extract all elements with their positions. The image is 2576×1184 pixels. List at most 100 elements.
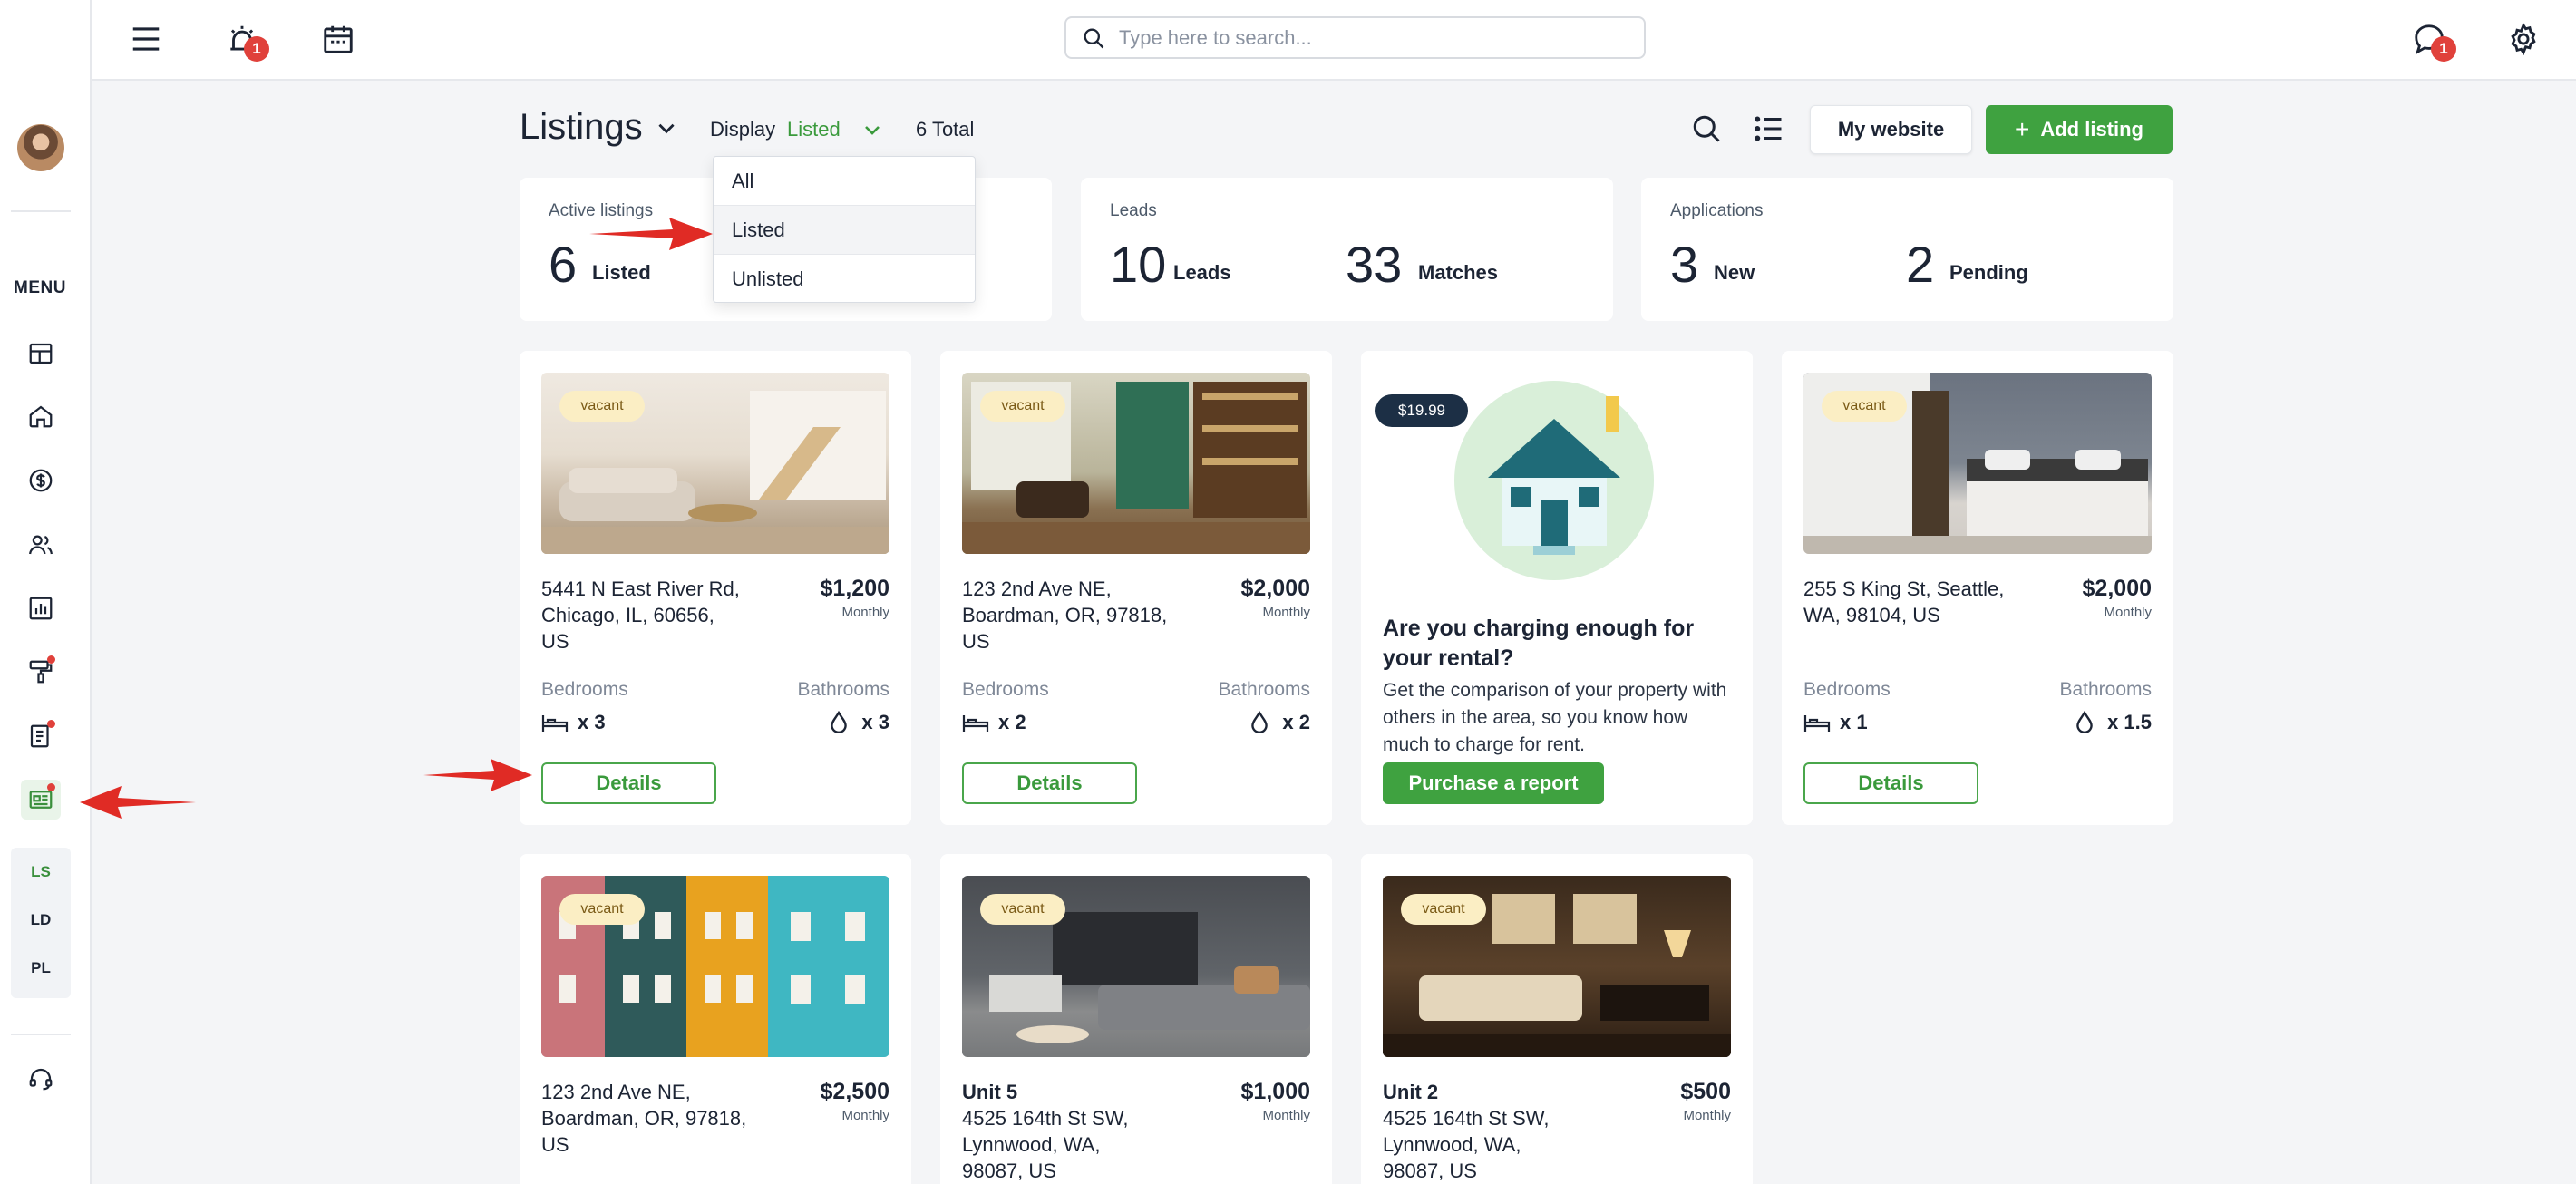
bathrooms-label: Bathrooms bbox=[1218, 679, 1310, 700]
search-input[interactable] bbox=[1119, 25, 1627, 50]
listing-photo[interactable]: vacant bbox=[962, 373, 1310, 554]
submenu-ls[interactable]: LS bbox=[11, 848, 71, 896]
alerts-badge: 1 bbox=[244, 36, 269, 62]
messages-button[interactable]: 1 bbox=[2406, 16, 2456, 62]
bedrooms-label: Bedrooms bbox=[962, 679, 1049, 700]
sidebar-item-reports[interactable] bbox=[21, 588, 61, 628]
support-button[interactable] bbox=[21, 1059, 61, 1099]
sidebar-item-listings[interactable] bbox=[21, 780, 61, 820]
listing-card[interactable]: vacant 255 S King St, Seattle, WA, 98104… bbox=[1782, 351, 2173, 825]
stat-unit: New bbox=[1714, 261, 1755, 284]
address-line: US bbox=[541, 630, 569, 653]
sidebar-divider bbox=[11, 210, 71, 212]
list-view-button[interactable] bbox=[1749, 109, 1789, 149]
home-icon bbox=[29, 405, 53, 428]
price-period: Monthly bbox=[1262, 1108, 1310, 1123]
unit-name: Unit 5 bbox=[962, 1081, 1018, 1103]
details-button[interactable]: Details bbox=[962, 762, 1137, 804]
stat-value: 3 bbox=[1670, 236, 1699, 293]
dropdown-option-all[interactable]: All bbox=[714, 157, 975, 206]
stat-label: Applications bbox=[1670, 201, 1764, 220]
display-dropdown: All Listed Unlisted bbox=[713, 156, 976, 303]
submenu-ld[interactable]: LD bbox=[11, 896, 71, 944]
price-period: Monthly bbox=[1683, 1108, 1731, 1123]
dropdown-option-listed[interactable]: Listed bbox=[714, 206, 975, 255]
sidebar-item-properties[interactable] bbox=[21, 396, 61, 436]
submenu-pl[interactable]: PL bbox=[11, 944, 71, 992]
listing-price: $2,000 bbox=[2082, 576, 2152, 601]
promo-text: Get the comparison of your property with… bbox=[1383, 680, 1727, 755]
list-icon bbox=[1755, 116, 1782, 141]
price-period: Monthly bbox=[841, 605, 889, 620]
water-drop-icon bbox=[831, 711, 848, 733]
address-line: 123 2nd Ave NE, bbox=[541, 1081, 691, 1103]
listing-address: 255 S King St, Seattle, WA, 98104, US bbox=[1803, 576, 2021, 628]
sidebar-item-payments[interactable] bbox=[21, 461, 61, 500]
chevron-down-icon[interactable] bbox=[861, 119, 883, 141]
display-filter-label: Display bbox=[710, 118, 776, 141]
menu-label: MENU bbox=[14, 278, 66, 297]
leads-card[interactable]: Leads 10 Leads 33 Matches bbox=[1081, 178, 1613, 321]
listing-price: $1,000 bbox=[1240, 1079, 1310, 1104]
menu-toggle-button[interactable] bbox=[123, 16, 169, 62]
avatar[interactable] bbox=[17, 124, 64, 171]
address-line: US bbox=[962, 630, 990, 653]
bed-icon bbox=[541, 715, 569, 732]
details-button[interactable]: Details bbox=[1803, 762, 1978, 804]
dollar-icon bbox=[29, 469, 53, 492]
calendar-icon bbox=[324, 25, 353, 53]
calendar-button[interactable] bbox=[316, 16, 361, 62]
details-button[interactable]: Details bbox=[541, 762, 716, 804]
listing-photo[interactable]: vacant bbox=[962, 876, 1310, 1057]
bed-icon bbox=[962, 715, 989, 732]
address-line: 4525 164th St SW, bbox=[1383, 1107, 1550, 1130]
address-line: 4525 164th St SW, bbox=[962, 1107, 1129, 1130]
price-period: Monthly bbox=[2104, 605, 2152, 620]
vacant-badge: vacant bbox=[980, 894, 1065, 925]
purchase-report-button[interactable]: Purchase a report bbox=[1383, 762, 1604, 804]
bathrooms-count: x 1.5 bbox=[2071, 711, 2152, 734]
listing-photo[interactable]: vacant bbox=[541, 876, 889, 1057]
address-line: Lynnwood, WA, bbox=[962, 1133, 1101, 1156]
listing-photo[interactable]: vacant bbox=[1383, 876, 1731, 1057]
search-icon bbox=[1084, 28, 1104, 48]
stat-value: 2 bbox=[1906, 236, 1935, 293]
annotation-arrow bbox=[423, 759, 532, 791]
search-icon bbox=[1693, 115, 1720, 142]
notification-dot bbox=[47, 720, 55, 728]
listing-price: $1,200 bbox=[820, 576, 889, 601]
applications-card[interactable]: Applications 3 New 2 Pending bbox=[1641, 178, 2173, 321]
listing-photo[interactable]: vacant bbox=[541, 373, 889, 554]
address-line: Lynnwood, WA, bbox=[1383, 1133, 1521, 1156]
listing-price: $500 bbox=[1680, 1079, 1731, 1104]
sidebar-item-documents[interactable] bbox=[21, 716, 61, 756]
listing-card[interactable]: vacant 123 2nd Ave NE, Boardman, OR, 978… bbox=[520, 854, 911, 1184]
stat-unit: Listed bbox=[592, 261, 651, 284]
rent-report-promo-card: $19.99 Are you charging enough for your … bbox=[1361, 351, 1753, 825]
water-drop-icon bbox=[2076, 711, 2093, 733]
bedrooms-label: Bedrooms bbox=[1803, 679, 1891, 700]
hamburger-icon bbox=[132, 27, 160, 51]
settings-button[interactable] bbox=[2501, 16, 2546, 62]
plus-icon: + bbox=[2014, 115, 2030, 143]
sidebar-item-people[interactable] bbox=[21, 525, 61, 565]
sidebar-item-dashboard[interactable] bbox=[21, 334, 61, 374]
search-listings-button[interactable] bbox=[1687, 109, 1726, 149]
bathrooms-label: Bathrooms bbox=[797, 679, 889, 700]
add-listing-button[interactable]: + Add listing bbox=[1986, 105, 2173, 154]
sidebar-item-maintenance[interactable] bbox=[21, 652, 61, 692]
alerts-button[interactable]: 1 bbox=[219, 16, 269, 62]
stat-unit: Matches bbox=[1418, 261, 1499, 284]
display-filter-value[interactable]: Listed bbox=[787, 118, 841, 141]
listing-card[interactable]: vacant 5441 N East River Rd, Chicago, IL… bbox=[520, 351, 911, 825]
listing-card[interactable]: vacant 123 2nd Ave NE, Boardman, OR, 978… bbox=[940, 351, 1332, 825]
address-line: Chicago, IL, 60656, bbox=[541, 604, 714, 626]
my-website-button[interactable]: My website bbox=[1810, 105, 1972, 154]
listing-card[interactable]: vacant Unit 2 4525 164th St SW, Lynnwood… bbox=[1361, 854, 1753, 1184]
notification-dot bbox=[47, 783, 55, 791]
dropdown-option-unlisted[interactable]: Unlisted bbox=[714, 255, 975, 304]
listing-photo[interactable]: vacant bbox=[1803, 373, 2152, 554]
chevron-down-icon[interactable] bbox=[655, 116, 678, 140]
address-line: 98087, US bbox=[962, 1160, 1056, 1182]
listing-card[interactable]: vacant Unit 5 4525 164th St SW, Lynnwood… bbox=[940, 854, 1332, 1184]
